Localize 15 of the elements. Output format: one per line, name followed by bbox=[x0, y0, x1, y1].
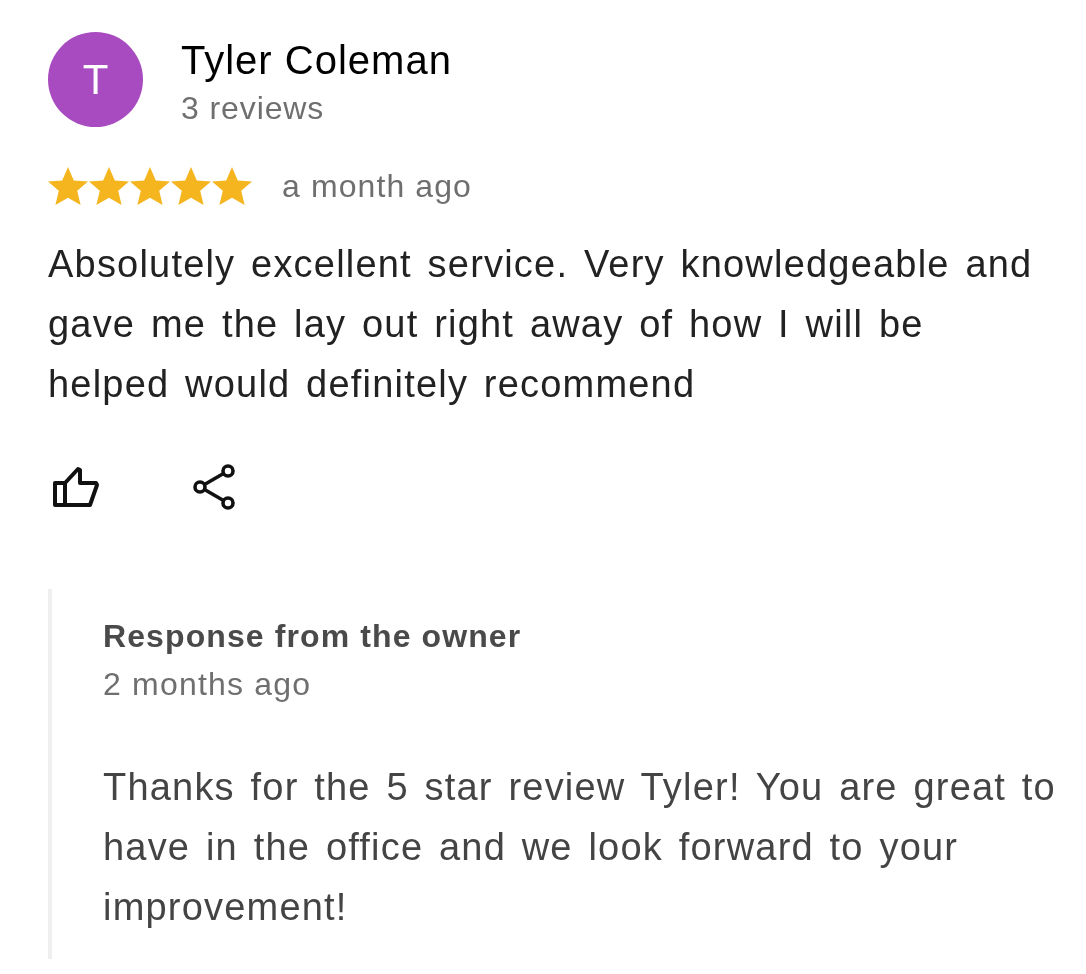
response-title: Response from the owner bbox=[103, 617, 523, 656]
share-icon[interactable] bbox=[192, 464, 236, 510]
avatar: T bbox=[48, 32, 143, 127]
reviewer-name: Tyler Coleman bbox=[181, 38, 452, 82]
star-icon bbox=[48, 167, 88, 205]
star-icon bbox=[212, 167, 252, 205]
response-text: Thanks for the 5 star review Tyler! You are great to have in the office and we look forward to your improvement! bbox=[103, 765, 1057, 930]
review-count: 3 reviews bbox=[181, 89, 325, 128]
star-icon bbox=[89, 167, 129, 205]
star-icon bbox=[130, 167, 170, 205]
thumbs-up-icon[interactable] bbox=[52, 466, 100, 508]
star-icon bbox=[171, 167, 211, 205]
review-time: a month ago bbox=[282, 167, 472, 206]
review-text: Absolutely excellent service. Very knowledgeable and gave me the lay out right away of how I will be helped would definitely recommend bbox=[48, 242, 1034, 407]
response-time: 2 months ago bbox=[103, 665, 313, 704]
